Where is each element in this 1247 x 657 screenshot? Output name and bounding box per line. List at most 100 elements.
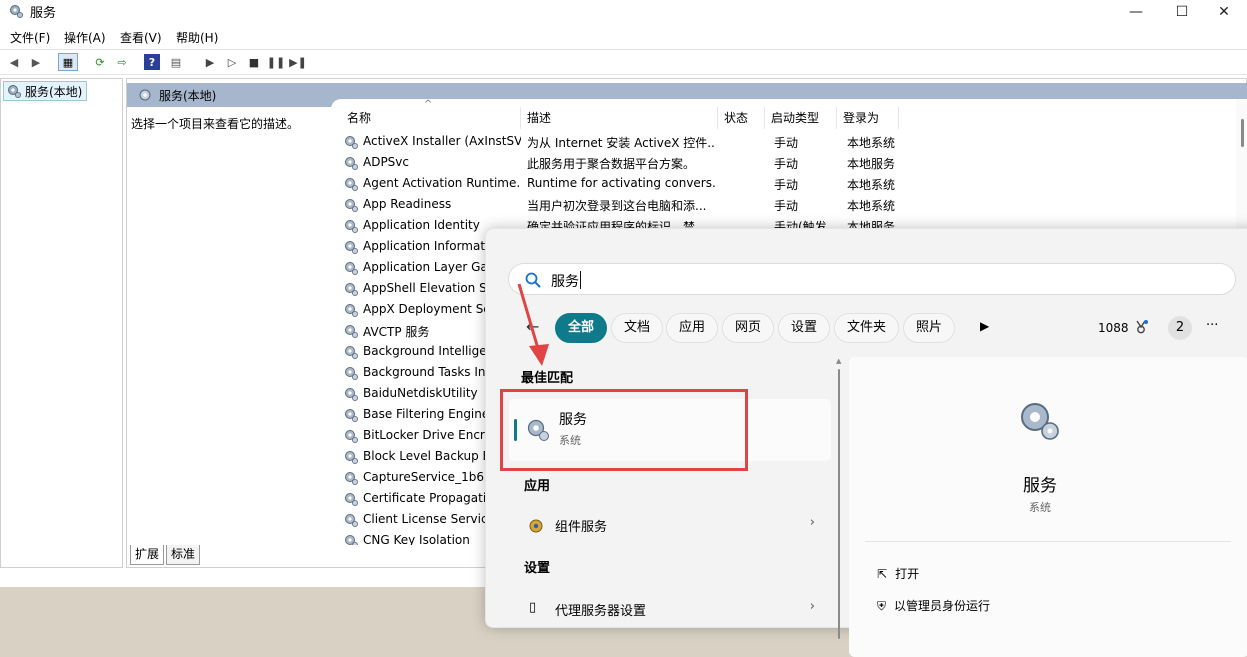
service-description: 当用户初次登录到这台电脑和添...	[527, 199, 707, 213]
table-row[interactable]: ADPSvc 此服务用于聚合数据平台方案。 手动 本地服务	[331, 152, 1247, 173]
red-pointer-arrow-icon	[517, 283, 549, 366]
column-description[interactable]: 描述	[521, 107, 718, 129]
table-row[interactable]: App Readiness 当用户初次登录到这台电脑和添... 手动 本地系统	[331, 194, 1247, 215]
chevron-right-icon: ›	[809, 515, 815, 530]
column-name[interactable]: 名称	[341, 107, 521, 129]
service-gear-icon	[345, 514, 358, 527]
service-gear-icon	[345, 325, 358, 338]
back-arrow-icon[interactable]: ◀	[6, 54, 22, 70]
filter-folders[interactable]: 文件夹	[834, 313, 900, 343]
export-list-icon[interactable]: ⇨	[114, 54, 130, 70]
filter-photos[interactable]: 照片	[903, 313, 956, 343]
tab-standard[interactable]: 标准	[166, 545, 201, 565]
service-name: ADPSvc	[363, 155, 410, 169]
shield-icon: ⛨	[877, 599, 887, 613]
account-badge[interactable]: 2	[1168, 316, 1192, 340]
rewards-points[interactable]: 1088	[1098, 321, 1129, 335]
table-row[interactable]: ActiveX Installer (AxInstSV) 为从 Internet …	[331, 131, 1247, 152]
toolbar: ◀ ▶ ▦ ⟳ ⇨ ? ▤ ▶ ▷ ■ ❚❚ ▶❚	[0, 49, 1247, 75]
service-log-on-as: 本地系统	[847, 136, 896, 150]
service-gear-icon	[345, 283, 358, 296]
service-gear-icon	[345, 409, 358, 422]
service-gear-icon	[345, 367, 358, 380]
service-gear-icon	[345, 430, 358, 443]
services-gear-icon	[139, 89, 151, 101]
settings-result-proxy[interactable]: ▯ 代理服务器设置 ›	[509, 593, 831, 625]
more-options-icon[interactable]: ···	[1206, 318, 1218, 333]
service-gear-icon	[345, 178, 358, 191]
open-action[interactable]: ⇱ 打开	[877, 565, 919, 582]
tree-item-label: 服务(本地)	[25, 84, 83, 99]
tab-extended[interactable]: 扩展	[130, 545, 165, 565]
filter-documents[interactable]: 文档	[611, 313, 664, 343]
service-log-on-as: 本地系统	[847, 199, 896, 213]
service-gear-icon	[345, 136, 358, 149]
service-log-on-as: 本地系统	[847, 178, 896, 192]
apps-heading: 应用	[524, 479, 551, 494]
minimize-button[interactable]: —	[1113, 0, 1159, 24]
filter-apps[interactable]: 应用	[666, 313, 719, 343]
more-filters-play-icon[interactable]: ▶	[980, 319, 989, 333]
menu-help[interactable]: 帮助(H)	[176, 29, 218, 46]
maximize-button[interactable]: ☐	[1159, 0, 1205, 24]
proxy-settings-icon: ▯	[529, 600, 537, 615]
column-log-on-as[interactable]: 登录为	[837, 107, 899, 129]
restart-service-icon[interactable]: ▶❚	[289, 54, 307, 70]
rewards-medal-icon[interactable]	[1133, 319, 1149, 335]
service-gear-icon	[345, 388, 358, 401]
service-gear-icon	[345, 493, 358, 506]
filter-all[interactable]: 全部	[555, 313, 608, 343]
detail-divider	[865, 541, 1231, 542]
search-query: 服务	[551, 274, 579, 290]
service-description: 为从 Internet 安装 ActiveX 控件...	[527, 136, 715, 150]
service-gear-icon	[345, 451, 358, 464]
filter-bar: ← 全部 文档 应用 网页 设置 文件夹 照片 ▶ 1088 2 ···	[486, 309, 1247, 345]
console-tree: 服务(本地)	[0, 78, 123, 568]
service-description: 此服务用于聚合数据平台方案。	[527, 157, 696, 171]
title-bar: 服务 — ☐ ✕	[0, 0, 1247, 24]
tree-item-services-local[interactable]: 服务(本地)	[3, 81, 87, 101]
properties-icon[interactable]: ▤	[168, 54, 184, 70]
search-input[interactable]: 服务	[508, 263, 1236, 295]
filter-settings[interactable]: 设置	[778, 313, 831, 343]
menu-action[interactable]: 操作(A)	[64, 29, 106, 46]
service-startup-type: 手动	[774, 199, 799, 213]
service-gear-icon	[345, 220, 358, 233]
service-name: App Readiness	[363, 197, 452, 211]
service-gear-icon	[345, 472, 358, 485]
pause-service-icon[interactable]: ❚❚	[267, 54, 285, 70]
results-scrollbar[interactable]: ▲	[836, 357, 842, 639]
start-service-alt-icon[interactable]: ▷	[224, 54, 240, 70]
forward-arrow-icon[interactable]: ▶	[28, 54, 44, 70]
app-result-name: 组件服务	[555, 520, 608, 535]
service-gear-icon	[345, 262, 358, 275]
services-gear-icon	[8, 85, 21, 98]
filter-web[interactable]: 网页	[722, 313, 775, 343]
service-startup-type: 手动	[774, 157, 799, 171]
close-button[interactable]: ✕	[1201, 0, 1247, 24]
open-external-icon: ⇱	[877, 567, 888, 581]
services-gear-icon	[1021, 403, 1059, 440]
detail-type: 系统	[1029, 501, 1051, 514]
service-gear-icon	[345, 346, 358, 359]
menu-file[interactable]: 文件(F)	[10, 29, 50, 46]
column-startup-type[interactable]: 启动类型	[765, 107, 837, 129]
window-title: 服务	[30, 6, 57, 21]
app-result-component-services[interactable]: 组件服务 ›	[509, 509, 831, 541]
highlight-box	[500, 389, 748, 471]
service-startup-type: 手动	[774, 136, 799, 150]
column-status[interactable]: 状态	[718, 107, 765, 129]
help-icon[interactable]: ?	[144, 54, 160, 70]
menu-view[interactable]: 查看(V)	[120, 29, 162, 46]
run-as-admin-action[interactable]: ⛨ 以管理员身份运行	[877, 597, 990, 614]
service-gear-icon	[345, 241, 358, 254]
service-description: Runtime for activating convers...	[527, 176, 715, 190]
stop-service-icon[interactable]: ■	[246, 54, 262, 70]
refresh-icon[interactable]: ⟳	[92, 54, 108, 70]
services-gear-icon	[10, 5, 23, 18]
view-tabs: 扩展 标准	[126, 543, 526, 565]
show-hide-tree-icon[interactable]: ▦	[58, 53, 78, 71]
start-service-icon[interactable]: ▶	[202, 54, 218, 70]
service-gear-icon	[345, 304, 358, 317]
table-row[interactable]: Agent Activation Runtime... Runtime for a…	[331, 173, 1247, 194]
